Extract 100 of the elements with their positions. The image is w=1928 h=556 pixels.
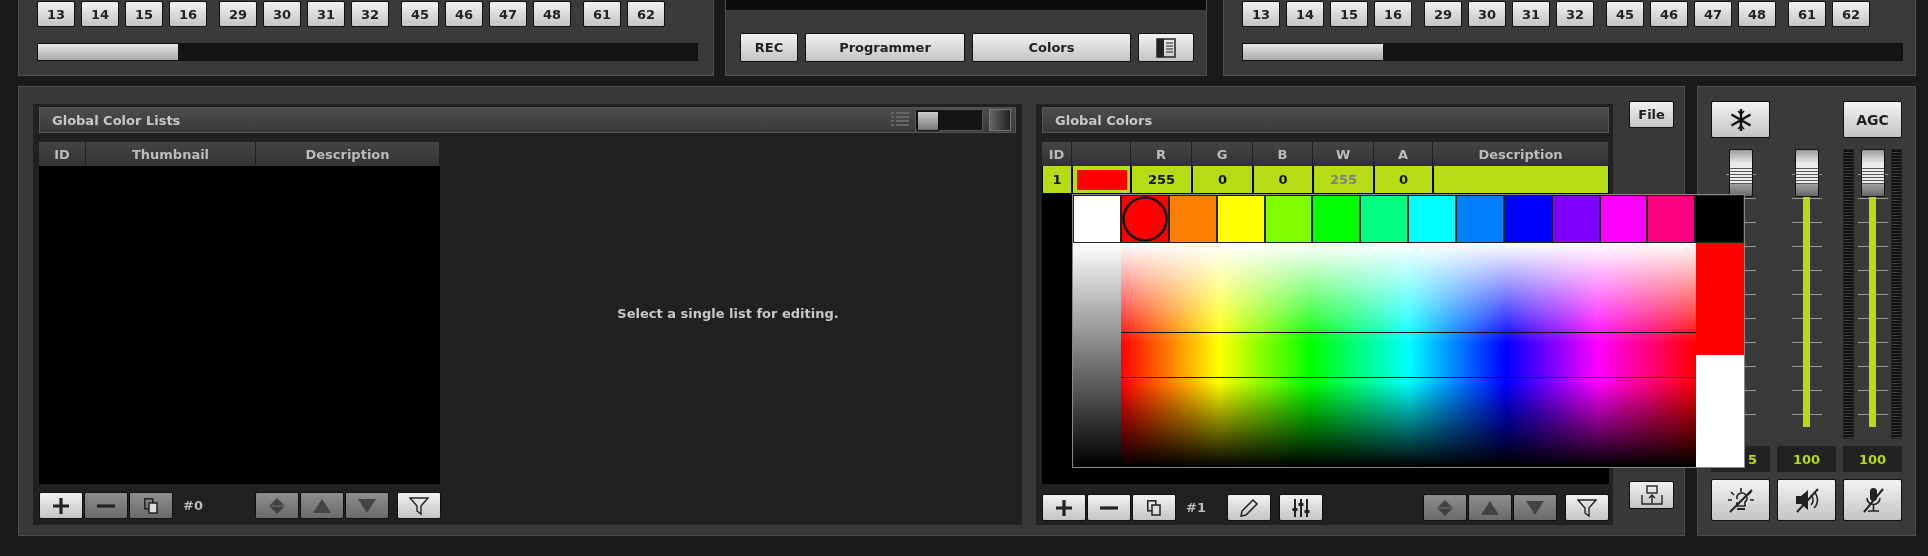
channel-button[interactable]: 31 — [1512, 1, 1550, 27]
view-toggle[interactable] — [915, 109, 984, 131]
channel-button[interactable]: 13 — [1242, 1, 1280, 27]
item-count: #1 — [1186, 500, 1206, 515]
channel-button[interactable]: 31 — [307, 1, 345, 27]
channel-button[interactable]: 15 — [1330, 1, 1368, 27]
color-swatch[interactable] — [1455, 195, 1504, 243]
channel-button[interactable]: 30 — [1468, 1, 1506, 27]
color-swatch[interactable] — [1599, 195, 1648, 243]
copy-icon — [144, 497, 158, 514]
channel-button[interactable]: 62 — [627, 1, 665, 27]
export-icon — [1640, 485, 1663, 505]
color-swatch[interactable] — [1312, 195, 1361, 243]
channel-button[interactable]: 14 — [81, 1, 119, 27]
file-button[interactable]: File — [1629, 101, 1675, 128]
channel-button[interactable]: 47 — [489, 1, 527, 27]
item-count: #0 — [183, 498, 203, 513]
minus-icon — [1100, 505, 1119, 510]
scroll-bar[interactable] — [1242, 43, 1903, 61]
channel-button[interactable]: 45 — [1606, 1, 1644, 27]
export-button[interactable] — [1629, 481, 1675, 509]
color-swatch[interactable] — [1360, 195, 1409, 243]
channel-button[interactable]: 29 — [219, 1, 257, 27]
down-arrow-icon — [1526, 500, 1545, 515]
channel-button[interactable]: 61 — [583, 1, 621, 27]
brightness-strip[interactable] — [1073, 243, 1122, 467]
toolbar-button[interactable]: REC — [740, 33, 798, 62]
plus-icon — [52, 496, 70, 515]
table-cell: 0 — [1253, 166, 1314, 194]
channel-button[interactable]: 32 — [351, 1, 389, 27]
scroll-bar[interactable] — [37, 43, 698, 61]
fader-handle[interactable] — [1729, 149, 1753, 197]
color-spectrum[interactable] — [1121, 243, 1697, 467]
channel-button[interactable]: 16 — [1374, 1, 1412, 27]
fader-value: 100 — [1777, 446, 1836, 472]
plus-icon — [1055, 498, 1074, 517]
mixer-button[interactable] — [1279, 494, 1323, 521]
filter-button[interactable] — [1565, 494, 1610, 521]
square-button[interactable] — [989, 109, 1012, 131]
add-button[interactable] — [39, 492, 83, 519]
table-cell: 255 — [1313, 166, 1375, 194]
up-arrow-icon — [1481, 500, 1500, 515]
selection-ring-icon — [1121, 196, 1168, 242]
channel-button[interactable]: 46 — [1650, 1, 1688, 27]
fader-handle[interactable] — [1861, 149, 1885, 197]
sidebar-icon — [1156, 37, 1176, 58]
channel-button[interactable]: 15 — [125, 1, 163, 27]
filter-icon — [1577, 497, 1598, 518]
color-swatch[interactable] — [1695, 195, 1745, 243]
channel-button[interactable]: 48 — [533, 1, 571, 27]
color-swatch[interactable] — [1551, 195, 1600, 243]
agc-button[interactable]: AGC — [1843, 101, 1902, 138]
channel-button[interactable]: 30 — [263, 1, 301, 27]
color-swatch[interactable] — [1408, 195, 1456, 243]
color-swatch[interactable] — [1120, 195, 1169, 243]
panel-title: Global Color Lists — [52, 112, 181, 128]
minus-icon — [97, 503, 115, 508]
channel-button[interactable]: 32 — [1556, 1, 1594, 27]
fader-value: 100 — [1843, 446, 1902, 472]
channel-button[interactable]: 46 — [445, 1, 483, 27]
channel-button[interactable]: 48 — [1738, 1, 1776, 27]
toolbar-button[interactable]: Colors — [972, 33, 1131, 62]
color-swatch[interactable] — [1264, 195, 1313, 243]
copy-icon — [1147, 499, 1162, 516]
freeze-button[interactable] — [1711, 101, 1770, 138]
channel-button[interactable]: 47 — [1694, 1, 1732, 27]
empty-message: Select a single list for editing. — [617, 305, 839, 321]
column-header[interactable]: Thumbnail — [86, 142, 256, 166]
color-swatch[interactable] — [1216, 195, 1265, 243]
color-swatch[interactable] — [1073, 195, 1121, 243]
duplicate-button[interactable] — [1132, 494, 1177, 521]
color-swatch[interactable] — [1647, 195, 1696, 243]
color-swatch[interactable] — [1168, 195, 1217, 243]
down-arrow-icon — [358, 498, 376, 513]
channel-button[interactable]: 13 — [37, 1, 75, 27]
channel-button[interactable]: 45 — [401, 1, 439, 27]
table-cell: 255 — [1131, 166, 1193, 194]
up-arrow-icon — [313, 498, 331, 513]
mute-button[interactable] — [1777, 479, 1836, 521]
column-header[interactable]: ID — [39, 142, 86, 166]
blackout-button[interactable] — [1711, 479, 1770, 521]
panel-toggle-button[interactable] — [1138, 33, 1194, 62]
table-cell: 0 — [1374, 166, 1434, 194]
add-button[interactable] — [1042, 494, 1087, 521]
channel-button[interactable]: 62 — [1832, 1, 1870, 27]
column-header[interactable]: Description — [256, 142, 440, 166]
filter-button[interactable] — [397, 492, 441, 519]
edit-button[interactable] — [1227, 494, 1271, 521]
table-cell: 1 — [1042, 166, 1073, 194]
color-swatch[interactable] — [1503, 195, 1552, 243]
filter-icon — [409, 495, 429, 516]
toolbar-button[interactable]: Programmer — [805, 33, 965, 62]
fader-handle[interactable] — [1795, 149, 1819, 197]
remove-button[interactable] — [1087, 494, 1132, 521]
channel-button[interactable]: 29 — [1424, 1, 1462, 27]
mic-off-button[interactable] — [1843, 479, 1902, 521]
channel-button[interactable]: 61 — [1788, 1, 1826, 27]
panel-title: Global Colors — [1055, 112, 1153, 128]
channel-button[interactable]: 16 — [169, 1, 207, 27]
channel-button[interactable]: 14 — [1286, 1, 1324, 27]
